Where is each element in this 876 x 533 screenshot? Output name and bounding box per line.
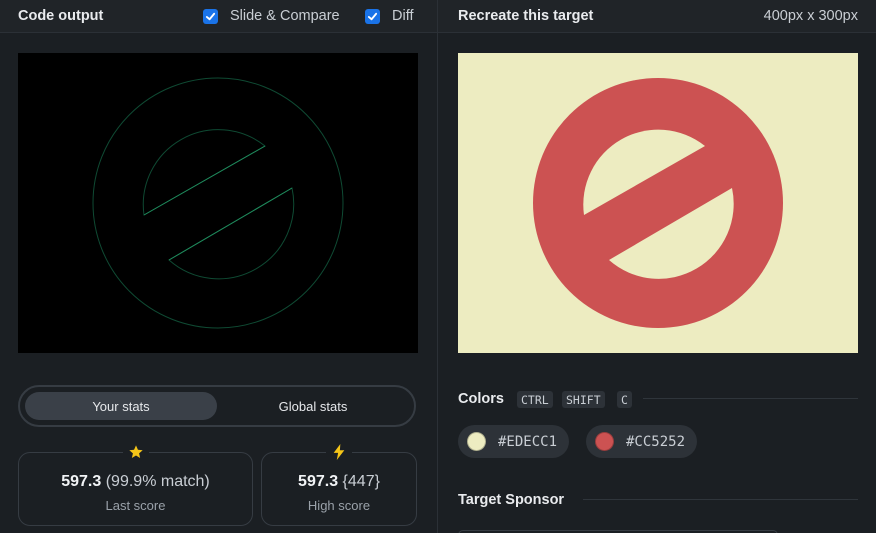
last-score-card: 597.3 (99.9% match) Last score [18,443,253,526]
slide-compare-label: Slide & Compare [230,8,340,24]
target-dimensions: 400px x 300px [763,8,858,24]
target-panel: Recreate this target 400px x 300px Color… [438,0,876,533]
sponsor-divider [583,499,858,500]
tab-your-stats[interactable]: Your stats [25,392,217,420]
checkbox-checked-icon[interactable] [365,8,380,24]
colors-title: Colors [458,391,504,407]
diff-outline-graphic [92,77,344,329]
high-score-value: 597.3 {447} [262,473,416,491]
last-score-match: (99.9% match) [105,473,210,490]
target-header: Recreate this target 400px x 300px [438,0,876,33]
tab-global-stats[interactable]: Global stats [217,392,409,420]
high-score-label: High score [307,498,371,513]
diff-toggle[interactable]: Diff [365,8,414,24]
target-title: Recreate this target [458,8,594,24]
high-score-number: 597.3 [298,473,339,490]
color-hex: #CC5252 [626,433,686,450]
last-score-number: 597.3 [61,473,102,490]
lightning-icon [326,443,352,461]
slide-compare-toggle[interactable]: Slide & Compare [203,8,340,24]
colors-divider [643,398,858,399]
battle-app: Code output Slide & Compare Diff Your st… [0,0,876,533]
color-dot [595,432,614,451]
sponsor-title: Target Sponsor [458,492,565,508]
code-output-header: Code output Slide & Compare Diff [0,0,437,33]
code-output-panel: Code output Slide & Compare Diff Your st… [0,0,437,533]
kbd-c: C [617,391,632,408]
diff-label: Diff [392,8,414,24]
star-icon [122,443,149,461]
target-image[interactable] [458,53,858,353]
last-score-value: 597.3 (99.9% match) [19,473,252,491]
high-score-count: {447} [342,473,380,490]
kbd-ctrl: CTRL [517,391,553,408]
last-score-label: Last score [105,498,166,513]
checkbox-checked-icon[interactable] [203,8,218,24]
code-output-title: Code output [18,8,104,24]
color-swatch-cream[interactable]: #EDECC1 [458,425,570,458]
stats-tabs: Your stats Global stats [18,385,416,427]
kbd-shift: SHIFT [562,391,605,408]
color-dot [467,432,486,451]
color-swatch-red[interactable]: #CC5252 [586,425,698,458]
no-symbol-graphic [533,78,783,328]
color-hex: #EDECC1 [498,433,558,450]
high-score-card: 597.3 {447} High score [261,443,417,526]
code-output-canvas[interactable] [18,53,418,353]
